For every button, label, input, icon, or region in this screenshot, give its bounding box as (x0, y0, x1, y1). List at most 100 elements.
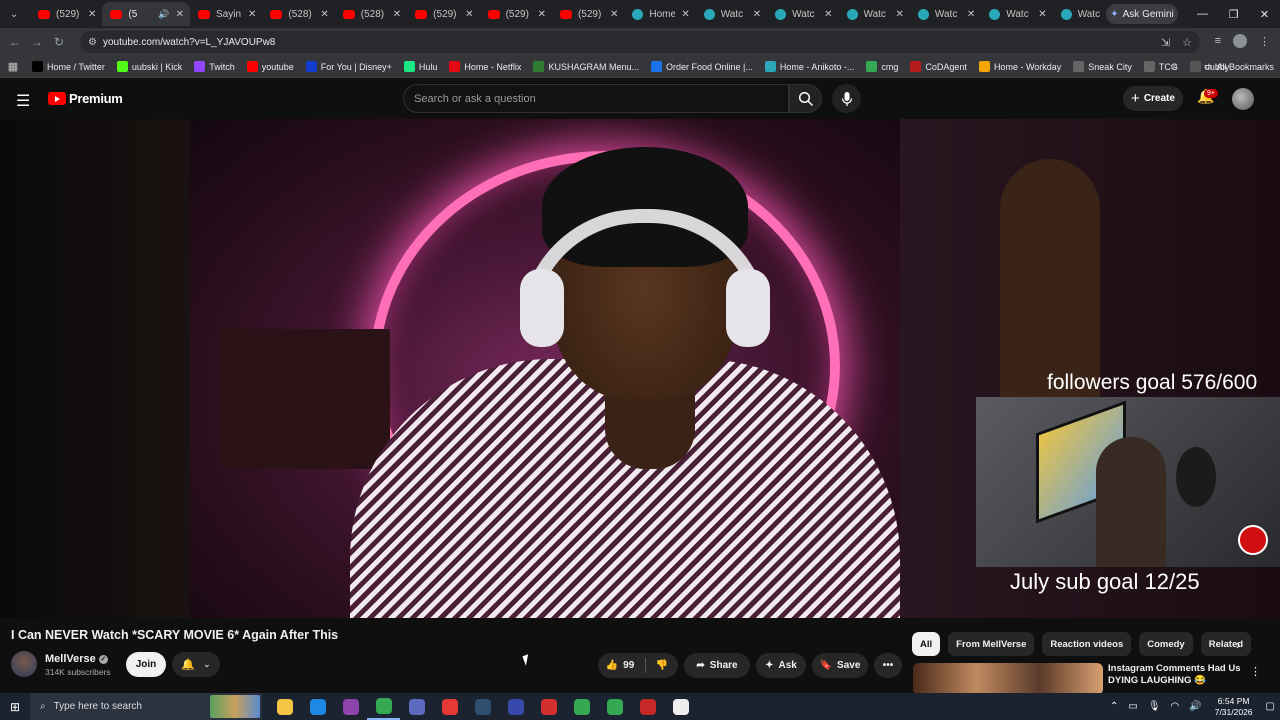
site-info-icon[interactable]: ⚙ (88, 37, 97, 48)
forward-icon[interactable]: → (26, 35, 48, 49)
filter-chip[interactable]: Reaction videos (1042, 632, 1132, 656)
close-tab-icon[interactable]: ✕ (248, 9, 256, 20)
account-avatar[interactable] (1232, 88, 1254, 110)
filter-chip[interactable]: From MellVerse (948, 632, 1035, 656)
filter-chip[interactable]: All (912, 632, 941, 656)
hamburger-menu-icon[interactable]: ☰ (16, 91, 30, 111)
filter-chip[interactable]: Related (1200, 632, 1252, 656)
search-input[interactable] (414, 92, 788, 105)
all-bookmarks-button[interactable]: ▭ All Bookmarks (1204, 61, 1274, 72)
browser-tab[interactable]: (5 🔊 ✕ (102, 2, 190, 26)
ask-gemini-button[interactable]: ✦ Ask Gemini (1106, 4, 1178, 24)
browser-tab[interactable]: Watc ✕ (767, 2, 838, 26)
browser-tab[interactable]: Home ✕ (624, 2, 695, 26)
video-player[interactable]: followers goal 576/600 July sub goal 12/… (0, 119, 1280, 618)
discord-icon[interactable] (334, 693, 367, 720)
windows-start-icon[interactable]: ⊞ (0, 700, 30, 714)
save-button[interactable]: 🔖 Save (812, 653, 868, 678)
back-icon[interactable]: ← (4, 35, 26, 49)
join-button[interactable]: Join (126, 652, 166, 677)
browser-tab[interactable]: (529) ✕ (480, 2, 552, 26)
mic-tray-icon[interactable]: 🎙 (1148, 701, 1161, 712)
browser-tab[interactable]: Sayin ✕ (190, 2, 262, 26)
more-bookmarks-icon[interactable]: » (1172, 61, 1178, 72)
share-button[interactable]: ➦ Share (684, 653, 750, 678)
wifi-icon[interactable]: ◠ (1171, 701, 1180, 712)
tab-search-icon[interactable]: ⌄ (4, 4, 24, 24)
profile-icon[interactable] (1233, 34, 1247, 48)
chrome-icon[interactable] (565, 693, 598, 720)
media-player-icon[interactable] (433, 693, 466, 720)
youtube-premium-logo[interactable]: Premium (48, 91, 123, 106)
recommended-thumbnail[interactable] (913, 663, 1103, 695)
close-tab-icon[interactable]: ✕ (538, 9, 546, 20)
subscription-bell-button[interactable]: 🔔 ⌄ (172, 652, 220, 677)
bookmark-item[interactable]: For You | Disney+ (300, 61, 398, 72)
search-button[interactable] (789, 84, 822, 113)
media-control-icon[interactable]: ≡ (1215, 35, 1221, 47)
bookmark-item[interactable]: KUSHAGRAM Menu... (527, 61, 645, 72)
recommended-title[interactable]: Instagram Comments Had Us DYING LAUGHING… (1108, 663, 1248, 687)
speaker-icon[interactable]: 🔊 (158, 9, 169, 20)
bookmark-item[interactable]: Home / Twitter (26, 61, 111, 72)
channel-name[interactable]: MellVerse (45, 653, 96, 665)
apps-grid-icon[interactable]: ▦ (0, 60, 26, 73)
steam-icon[interactable] (466, 693, 499, 720)
close-tab-icon[interactable]: ✕ (320, 9, 328, 20)
recommended-menu-icon[interactable]: ⋮ (1250, 665, 1261, 678)
close-tab-icon[interactable]: ✕ (753, 9, 761, 20)
close-tab-icon[interactable]: ✕ (1038, 9, 1046, 20)
bookmark-item[interactable]: Twitch (188, 61, 241, 72)
clock[interactable]: 6:54 PM 7/31/2026 (1215, 696, 1253, 718)
channel-name-row[interactable]: MellVerse ✓ (45, 653, 108, 665)
more-actions-button[interactable]: ••• (874, 653, 902, 678)
bookmark-item[interactable]: uubski | Kick (111, 61, 188, 72)
close-tab-icon[interactable]: ✕ (610, 9, 618, 20)
restore-icon[interactable]: ❐ (1218, 8, 1249, 21)
close-tab-icon[interactable]: ✕ (681, 9, 689, 20)
reload-icon[interactable]: ↻ (48, 35, 70, 49)
browser-tab[interactable]: (528) ✕ (335, 2, 407, 26)
create-button[interactable]: + Create (1123, 86, 1183, 111)
chrome-icon[interactable] (367, 693, 400, 720)
bookmark-item[interactable]: CoDAgent (904, 61, 973, 72)
minimize-icon[interactable]: — (1187, 8, 1218, 20)
channel-avatar[interactable] (11, 651, 37, 677)
bookmark-item[interactable]: youtube (241, 61, 300, 72)
clock-app-icon[interactable] (664, 693, 697, 720)
install-icon[interactable]: ⇲ (1161, 36, 1170, 49)
taskbar-search[interactable]: ⌕ Type here to search (30, 693, 262, 720)
browser-tab[interactable]: (529) ✕ (30, 2, 102, 26)
bookmark-item[interactable]: Hulu (398, 61, 444, 72)
bookmark-item[interactable]: Order Food Online |... (645, 61, 759, 72)
browser-tab[interactable]: (529) ✕ (552, 2, 624, 26)
bookmark-item[interactable]: Home - Anikoto -... (759, 61, 861, 72)
volume-icon[interactable]: 🔊 (1189, 701, 1201, 712)
bookmark-item[interactable]: Sneak City (1067, 61, 1138, 72)
acrobat-icon[interactable] (532, 693, 565, 720)
omnibox[interactable]: ⚙ youtube.com/watch?v=L_YJAVOUPw8 ⇲ ☆ (80, 31, 1200, 53)
voice-search-button[interactable] (832, 84, 861, 113)
like-button[interactable]: 👍 99 (598, 653, 642, 678)
menu-dots-icon[interactable]: ⋮ (1259, 35, 1270, 48)
bookmark-star-icon[interactable]: ☆ (1182, 36, 1192, 49)
url-text[interactable]: youtube.com/watch?v=L_YJAVOUPw8 (103, 37, 275, 48)
chip-next-icon[interactable]: › (1236, 637, 1240, 652)
game-controller-icon[interactable] (400, 693, 433, 720)
browser-tab[interactable]: Watc ✕ (910, 2, 981, 26)
bookmark-item[interactable]: Home - Workday (973, 61, 1067, 72)
close-window-icon[interactable]: ✕ (1249, 8, 1280, 21)
edge-icon[interactable] (301, 693, 334, 720)
browser-tab[interactable]: (528) ✕ (262, 2, 334, 26)
close-tab-icon[interactable]: ✕ (824, 9, 832, 20)
notification-center-icon[interactable]: ▢ (1266, 701, 1275, 712)
browser-tab[interactable]: (529) ✕ (407, 2, 479, 26)
adobe-icon[interactable] (631, 693, 664, 720)
chevron-up-icon[interactable]: ⌃ (1110, 701, 1118, 712)
filter-chip[interactable]: Comedy (1139, 632, 1193, 656)
close-tab-icon[interactable]: ✕ (393, 9, 401, 20)
ask-button[interactable]: ✦ Ask (756, 653, 806, 678)
browser-tab[interactable]: Watc ✕ (696, 2, 767, 26)
close-tab-icon[interactable]: ✕ (896, 9, 904, 20)
close-tab-icon[interactable]: ✕ (176, 9, 184, 20)
